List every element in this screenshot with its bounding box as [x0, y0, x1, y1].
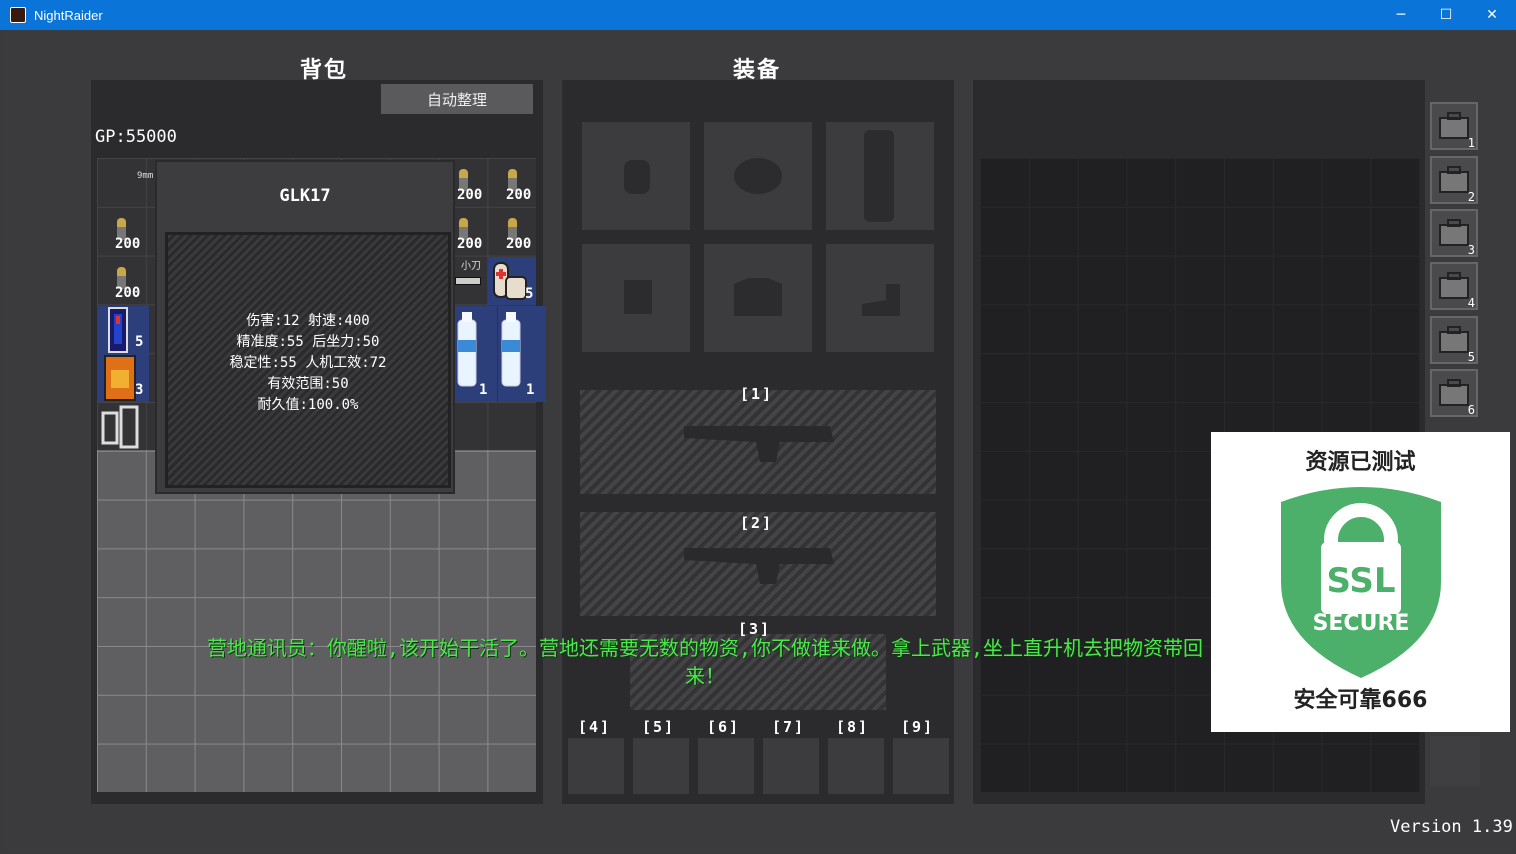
storage-tab-3[interactable]: 3 — [1430, 209, 1478, 257]
tooltip-title: GLK17 — [279, 186, 331, 206]
backpack-heading: 背包 — [300, 58, 349, 83]
item-count: 1 — [526, 382, 535, 398]
rifle-silhouette-icon — [684, 426, 834, 462]
inventory-item-magazine[interactable] — [97, 403, 155, 451]
vest-icon — [734, 278, 782, 316]
item-count: 5 — [135, 334, 144, 350]
stat-line: 伤害:12 射速:400 — [246, 313, 370, 329]
inventory-item-ammo[interactable]: 200 — [449, 208, 497, 256]
item-count: 200 — [115, 236, 141, 252]
storage-tab-1[interactable]: 1 — [1430, 102, 1478, 150]
item-count: 200 — [506, 236, 532, 252]
item-tooltip: GLK17 伤害:12 射速:400 精准度:55 后坐力:50 稳定性:55 … — [155, 160, 455, 494]
stat-line: 有效范围:50 — [267, 376, 349, 392]
item-label: 9mm — [137, 171, 154, 181]
window-titlebar: NightRaider ─ ☐ ✕ — [0, 0, 1516, 30]
head-icon — [624, 160, 650, 194]
item-count: 200 — [506, 187, 532, 203]
version-label: Version 1.39 — [1390, 817, 1513, 837]
item-count: 3 — [135, 382, 144, 398]
auto-sort-button[interactable]: 自动整理 — [381, 84, 533, 114]
quick-slot-label: [5] — [642, 718, 676, 736]
storage-tab-number: 4 — [1467, 296, 1475, 310]
npc-dialog-text: 营地通讯员：你醒啦,该开始干活了。营地还需要无数的物资,你不做谁来做。拿上武器,… — [206, 636, 1204, 688]
tooltip-stats: 伤害:12 射速:400 精准度:55 后坐力:50 稳定性:55 人机工效:7… — [168, 311, 448, 416]
stat-line: 耐久值:100.0% — [257, 397, 359, 413]
maximize-button[interactable]: ☐ — [1423, 0, 1469, 30]
water-bottle-icon — [501, 312, 521, 387]
quick-slot-9[interactable] — [893, 738, 949, 794]
item-count: 200 — [457, 236, 483, 252]
knife-icon — [455, 277, 481, 285]
stat-line: 精准度:55 后坐力:50 — [236, 334, 380, 350]
weapon-slot-label: [2] — [740, 514, 774, 532]
inventory-item-ammo[interactable]: 200 — [498, 208, 546, 256]
equip-slot-head[interactable] — [582, 122, 690, 230]
stat-line: 稳定性:55 人机工效:72 — [229, 355, 387, 371]
quick-slot-label: [8] — [836, 718, 870, 736]
ssl-secure-text: SECURE — [1313, 611, 1410, 636]
app-icon — [10, 7, 26, 23]
gp-balance: GP:55000 — [95, 127, 177, 147]
quick-slot-4[interactable] — [568, 738, 624, 794]
inventory-item-pistol[interactable]: 9mm — [97, 159, 153, 207]
helmet-icon — [734, 158, 782, 194]
water-bottle-icon — [457, 312, 477, 387]
item-label: 小刀 — [461, 261, 481, 272]
quick-slot-8[interactable] — [828, 738, 884, 794]
minimize-button[interactable]: ─ — [1378, 0, 1424, 30]
storage-tab-number: 6 — [1467, 403, 1475, 417]
item-count: 200 — [457, 187, 483, 203]
equip-slot-boots[interactable] — [826, 244, 934, 352]
storage-tab-number: 5 — [1467, 350, 1475, 364]
inventory-item-ammo[interactable]: 200 — [97, 208, 145, 256]
quick-slot-label: [9] — [901, 718, 935, 736]
ssl-lock-text: SSL — [1326, 561, 1395, 601]
boot-icon — [862, 284, 900, 316]
inventory-item-water[interactable]: 1 — [449, 306, 497, 402]
equip-slot-gloves[interactable] — [582, 244, 690, 352]
inventory-item-ammo[interactable]: 200 — [449, 159, 497, 207]
item-count: 200 — [115, 285, 141, 301]
equip-slot-vest[interactable] — [704, 244, 812, 352]
equipment-heading: 装备 — [733, 58, 782, 83]
ssl-watermark: 资源已测试 SSL SECURE 安全可靠666 — [1211, 432, 1510, 732]
storage-tab-number: 1 — [1467, 136, 1475, 150]
item-count: 5 — [525, 286, 534, 302]
storage-tab-6[interactable]: 6 — [1430, 369, 1478, 417]
inventory-item-ammo[interactable]: 200 — [498, 159, 546, 207]
quick-slot-6[interactable] — [698, 738, 754, 794]
quick-slot-5[interactable] — [633, 738, 689, 794]
item-count: 1 — [479, 382, 488, 398]
storage-tab-4[interactable]: 4 — [1430, 262, 1478, 310]
storage-tab-number: 2 — [1467, 190, 1475, 204]
ssl-bottom-text: 安全可靠666 — [1293, 688, 1428, 713]
close-button[interactable]: ✕ — [1469, 0, 1515, 30]
quick-slot-label: [7] — [772, 718, 806, 736]
magazine-icon — [101, 405, 139, 449]
equip-slot-helmet[interactable] — [704, 122, 812, 230]
inventory-item-syringe[interactable]: 5 — [97, 306, 149, 354]
weapon-slot-label: [1] — [740, 385, 774, 403]
inventory-item-ammo[interactable]: 200 — [97, 257, 145, 305]
glove-icon — [624, 280, 652, 314]
storage-tab-empty — [1430, 736, 1480, 786]
quick-slot-label: [6] — [707, 718, 741, 736]
storage-tab-number: 3 — [1467, 243, 1475, 257]
body-icon — [864, 130, 894, 222]
inventory-item-bandage[interactable]: 5 — [488, 257, 536, 305]
inventory-item-water[interactable]: 1 — [498, 306, 546, 402]
inventory-item-ration[interactable]: 3 — [97, 354, 149, 402]
storage-tab-2[interactable]: 2 — [1430, 156, 1478, 204]
quick-slot-label: [4] — [578, 718, 612, 736]
tooltip-stats-box: 伤害:12 射速:400 精准度:55 后坐力:50 稳定性:55 人机工效:7… — [165, 232, 451, 488]
storage-tab-5[interactable]: 5 — [1430, 316, 1478, 364]
quick-slot-7[interactable] — [763, 738, 819, 794]
equip-slot-body[interactable] — [826, 122, 934, 230]
window-title: NightRaider — [34, 7, 103, 23]
weapon-slot-1[interactable] — [580, 390, 936, 494]
